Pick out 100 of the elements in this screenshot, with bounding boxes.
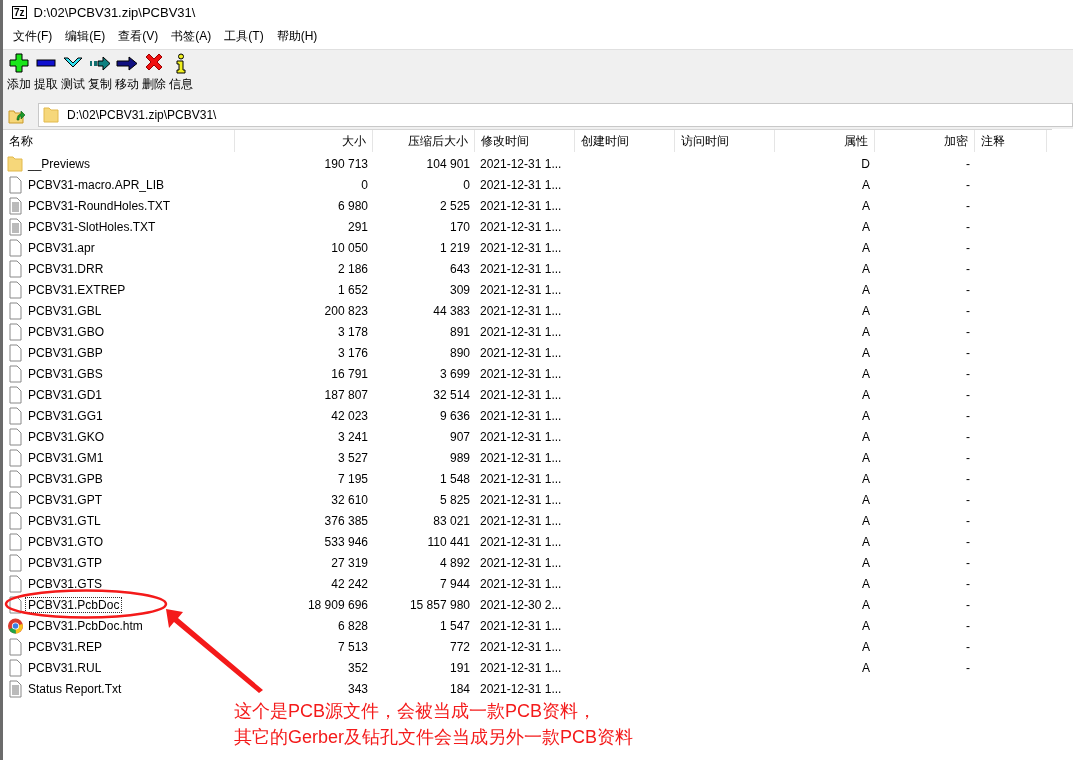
file-name[interactable]: __Previews <box>25 155 94 172</box>
browser-icon <box>7 616 24 635</box>
toolbar-button[interactable]: 移动 <box>113 53 141 93</box>
column-header[interactable]: 压缩后大小 <box>373 130 475 152</box>
table-cell-text: 3 178 <box>336 324 369 339</box>
file-name[interactable]: PCBV31.GG1 <box>25 407 106 424</box>
table-cell-text: A <box>861 387 871 402</box>
file-name[interactable]: PCBV31.GTL <box>25 512 104 529</box>
table-cell-text: - <box>965 240 971 255</box>
file-name[interactable]: PCBV31-SlotHoles.TXT <box>25 218 159 235</box>
table-cell-text: 3 527 <box>336 450 369 465</box>
table-cell-text: 343 <box>346 681 369 696</box>
table-cell-text: 2021-12-31 1... <box>479 471 563 486</box>
table-cell-text: 891 <box>448 324 471 339</box>
table-cell-text: 2021-12-31 1... <box>479 324 563 339</box>
file-name[interactable]: PCBV31.RUL <box>25 659 105 676</box>
file-name[interactable]: PCBV31.REP <box>25 638 106 655</box>
table-cell-text: A <box>861 198 871 213</box>
table-cell-text: A <box>861 555 871 570</box>
table-cell-text: A <box>861 177 871 192</box>
toolbar-button[interactable]: 测试 <box>59 53 87 93</box>
table-cell-text: 1 652 <box>336 282 369 297</box>
column-header[interactable]: 修改时间 <box>475 130 575 152</box>
table-cell-text: 7 195 <box>336 471 369 486</box>
table-cell-text: 5 825 <box>438 492 471 507</box>
file-name[interactable]: PCBV31.PcbDoc.htm <box>25 617 146 634</box>
table-cell-text: - <box>965 492 971 507</box>
menu-item[interactable]: 工具(T) <box>218 28 270 45</box>
column-header[interactable]: 属性 <box>775 130 875 152</box>
table-cell-text: A <box>861 639 871 654</box>
table-cell-text: 352 <box>346 660 369 675</box>
file-name[interactable]: Status Report.Txt <box>25 680 125 697</box>
file-name[interactable]: PCBV31.GBO <box>25 323 108 340</box>
address-field[interactable]: D:\02\PCBV31.zip\PCBV31\ <box>38 103 1073 127</box>
dashed-arrow-icon <box>89 53 111 74</box>
table-cell-text: 2021-12-30 2... <box>479 597 563 612</box>
file-name[interactable]: PCBV31.EXTREP <box>25 281 129 298</box>
file-name[interactable]: PCBV31.GTP <box>25 554 106 571</box>
toolbar-button[interactable]: 添加 <box>5 53 33 93</box>
table-cell-text: 2021-12-31 1... <box>479 345 563 360</box>
table-cell-text: A <box>861 597 871 612</box>
toolbar-button[interactable]: 提取 <box>32 53 60 93</box>
table-cell-text: 170 <box>448 219 471 234</box>
table-cell-text: - <box>965 156 971 171</box>
column-header[interactable]: 访问时间 <box>675 130 775 152</box>
file-name[interactable]: PCBV31-macro.APR_LIB <box>25 176 168 193</box>
table-cell-text: 42 023 <box>330 408 369 423</box>
table-cell-text: 3 699 <box>438 366 471 381</box>
table-cell-text: 32 610 <box>330 492 369 507</box>
file-name[interactable]: PCBV31.PcbDoc <box>25 596 123 613</box>
menu-item[interactable]: 帮助(H) <box>270 28 324 45</box>
table-cell-text: A <box>861 240 871 255</box>
file-icon <box>7 364 24 383</box>
column-header[interactable]: 创建时间 <box>575 130 675 152</box>
file-name[interactable]: PCBV31.GBL <box>25 302 105 319</box>
table-cell-text: 6 980 <box>336 198 369 213</box>
column-header[interactable]: 加密 <box>875 130 975 152</box>
table-cell-text: 907 <box>448 429 471 444</box>
folder-icon <box>7 154 24 173</box>
file-name[interactable]: PCBV31.GD1 <box>25 386 106 403</box>
menu-item[interactable]: 编辑(E) <box>59 28 112 45</box>
table-cell-text: 2021-12-31 1... <box>479 660 563 675</box>
table-cell-text: 2021-12-31 1... <box>479 261 563 276</box>
file-icon <box>7 553 24 572</box>
file-name[interactable]: PCBV31.DRR <box>25 260 107 277</box>
file-name[interactable]: PCBV31.GTS <box>25 575 106 592</box>
menu-item[interactable]: 书签(A) <box>165 28 218 45</box>
toolbar-button[interactable]: 删除 <box>140 53 168 93</box>
file-name[interactable]: PCBV31.GPT <box>25 491 106 508</box>
table-cell-text: A <box>861 366 871 381</box>
table-cell-text: A <box>861 261 871 276</box>
table-cell-text: - <box>965 345 971 360</box>
menu-item[interactable]: 查看(V) <box>112 28 165 45</box>
table-cell-text: 2021-12-31 1... <box>479 303 563 318</box>
column-header[interactable]: 大小 <box>235 130 373 152</box>
file-icon <box>7 322 24 341</box>
table-cell-text: A <box>861 660 871 675</box>
file-name[interactable]: PCBV31.GBS <box>25 365 106 382</box>
file-icon <box>7 343 24 362</box>
toolbar-button[interactable]: 信息 <box>167 53 195 93</box>
file-icon <box>7 301 24 320</box>
table-cell-text: A <box>861 219 871 234</box>
file-name[interactable]: PCBV31.GM1 <box>25 449 107 466</box>
menu-item[interactable]: 文件(F) <box>7 28 59 45</box>
file-name[interactable]: PCBV31.GTO <box>25 533 107 550</box>
table-cell-text: 2021-12-31 1... <box>479 240 563 255</box>
table-cell-text: 2 186 <box>336 261 369 276</box>
file-name[interactable]: PCBV31.GPB <box>25 470 106 487</box>
table-cell-text: 2021-12-31 1... <box>479 282 563 297</box>
file-name[interactable]: PCBV31.apr <box>25 239 98 256</box>
column-header[interactable]: 注释 <box>975 130 1047 152</box>
table-cell-text: 15 857 980 <box>408 597 471 612</box>
file-name[interactable]: PCBV31.GKO <box>25 428 108 445</box>
column-header[interactable]: 名称 <box>3 130 235 152</box>
table-cell-text: 2021-12-31 1... <box>479 450 563 465</box>
file-name[interactable]: PCBV31-RoundHoles.TXT <box>25 197 174 214</box>
table-cell-text: A <box>861 492 871 507</box>
toolbar-button[interactable]: 复制 <box>86 53 114 93</box>
file-name[interactable]: PCBV31.GBP <box>25 344 106 361</box>
file-icon <box>7 280 24 299</box>
